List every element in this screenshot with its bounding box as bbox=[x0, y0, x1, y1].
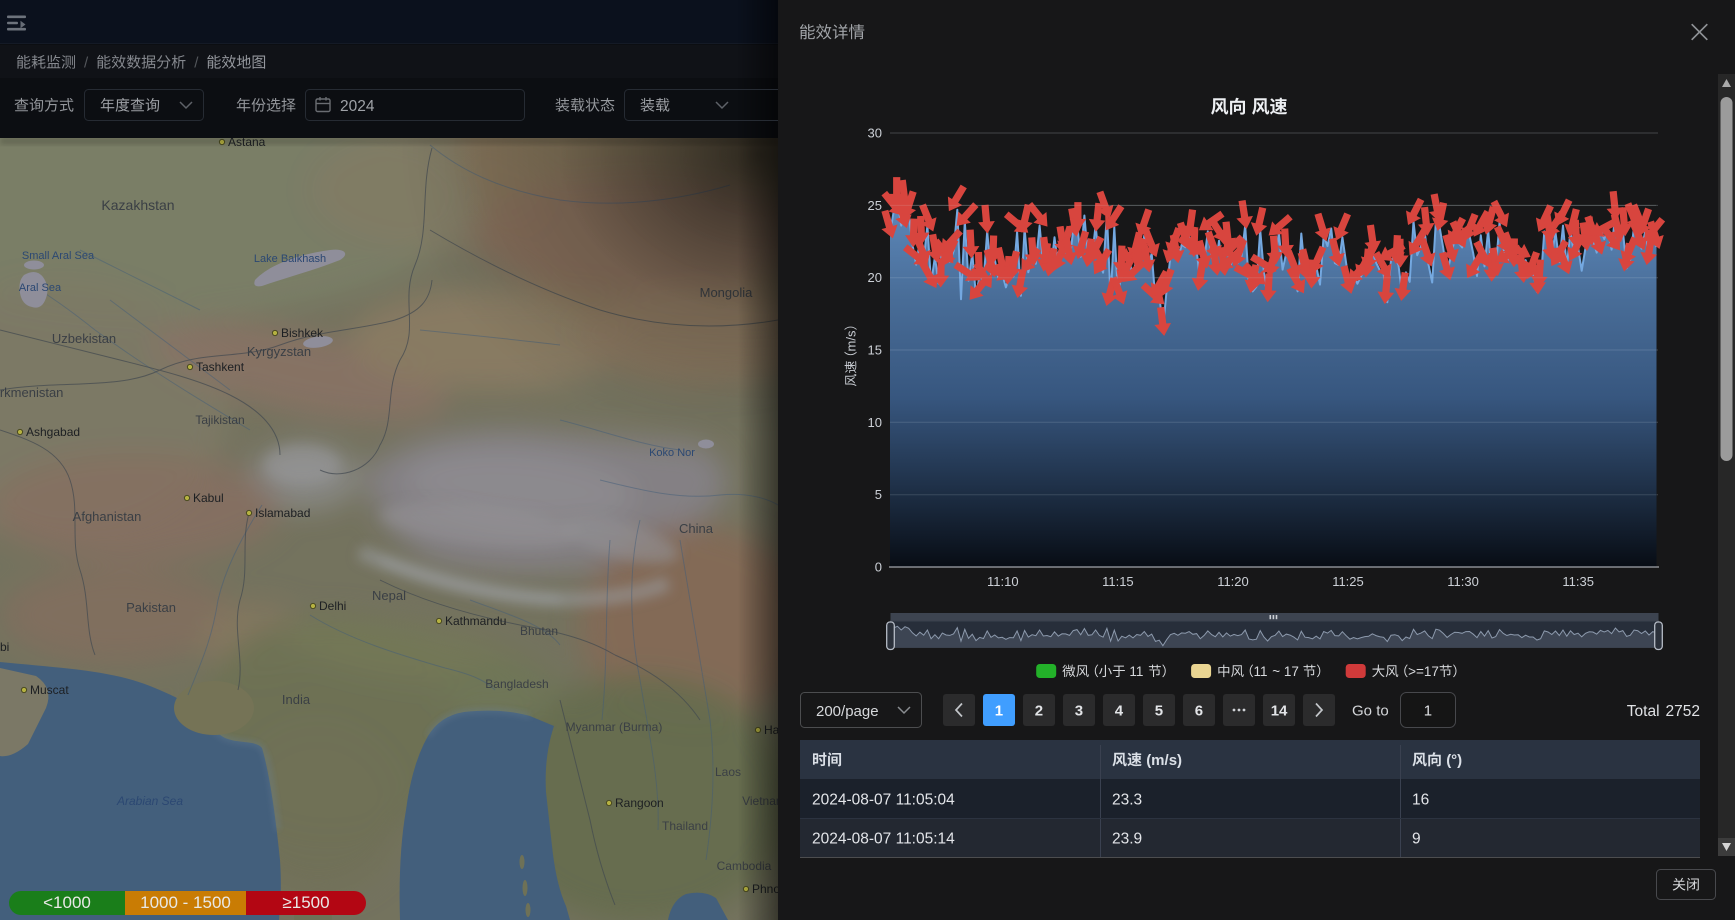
svg-text:(°): (°) bbox=[1446, 752, 1462, 769]
svg-text:m/s: m/s bbox=[844, 330, 859, 351]
svg-text:15: 15 bbox=[868, 343, 882, 358]
svg-text:2024-08-07: 2024-08-07 bbox=[812, 792, 891, 809]
svg-text:0: 0 bbox=[875, 560, 882, 575]
svg-text:10: 10 bbox=[868, 415, 882, 430]
svg-text:11:15: 11:15 bbox=[1102, 574, 1134, 589]
svg-text:4: 4 bbox=[1115, 703, 1124, 720]
svg-text:23.9: 23.9 bbox=[1112, 831, 1142, 848]
svg-text:/: / bbox=[84, 55, 89, 72]
svg-text:/: / bbox=[194, 55, 199, 72]
svg-text:11:05:14: 11:05:14 bbox=[896, 831, 956, 848]
svg-text:1: 1 bbox=[995, 703, 1003, 720]
svg-text:11:10: 11:10 bbox=[987, 574, 1019, 589]
svg-text:Go: Go bbox=[1352, 703, 1372, 720]
svg-text:25: 25 bbox=[868, 198, 882, 213]
svg-text:200/page: 200/page bbox=[816, 703, 879, 720]
svg-text:9: 9 bbox=[1412, 831, 1421, 848]
svg-text:11: 11 bbox=[1254, 664, 1268, 679]
svg-text:6: 6 bbox=[1195, 703, 1203, 720]
svg-text:to: to bbox=[1376, 703, 1389, 720]
svg-text:30: 30 bbox=[868, 126, 882, 141]
svg-text:2752: 2752 bbox=[1666, 703, 1700, 720]
svg-text:16: 16 bbox=[1412, 792, 1429, 809]
svg-text:~: ~ bbox=[1272, 664, 1280, 679]
svg-text:23.3: 23.3 bbox=[1112, 792, 1142, 809]
svg-text:1: 1 bbox=[1424, 703, 1432, 720]
svg-text:5: 5 bbox=[1155, 703, 1163, 720]
svg-text:11:25: 11:25 bbox=[1332, 574, 1364, 589]
svg-text:2024-08-07: 2024-08-07 bbox=[812, 831, 891, 848]
svg-text:11:20: 11:20 bbox=[1217, 574, 1249, 589]
svg-text:2: 2 bbox=[1035, 703, 1043, 720]
svg-text:Total: Total bbox=[1627, 703, 1660, 720]
svg-text:11: 11 bbox=[1129, 664, 1143, 679]
svg-text:5: 5 bbox=[875, 487, 882, 502]
svg-text:>=17: >=17 bbox=[1408, 664, 1439, 679]
svg-text:14: 14 bbox=[1271, 703, 1288, 720]
svg-text:(m/s): (m/s) bbox=[1146, 752, 1182, 769]
svg-text:11:05:04: 11:05:04 bbox=[896, 792, 956, 809]
svg-text:11:30: 11:30 bbox=[1447, 574, 1479, 589]
svg-text:17: 17 bbox=[1284, 664, 1299, 679]
svg-text:2024: 2024 bbox=[340, 98, 375, 115]
svg-text:11:35: 11:35 bbox=[1562, 574, 1594, 589]
svg-text:20: 20 bbox=[868, 270, 882, 285]
svg-text:3: 3 bbox=[1075, 703, 1083, 720]
